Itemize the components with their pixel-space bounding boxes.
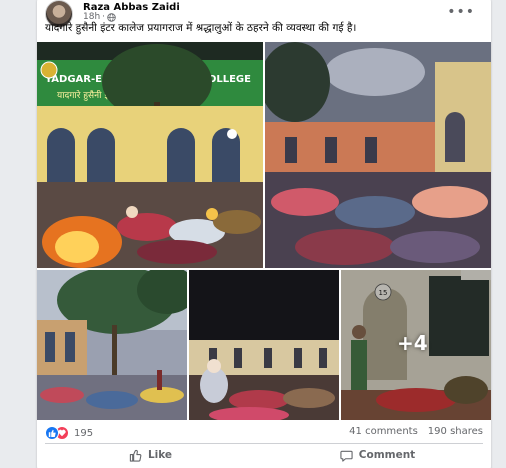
post-header: Raza Abbas Zaidi 18h · ••• bbox=[45, 0, 475, 28]
comment-label: Comment bbox=[358, 449, 416, 461]
post-card: Raza Abbas Zaidi 18h · ••• यादगारे हुसैन… bbox=[37, 0, 491, 468]
comments-count[interactable]: 41 comments bbox=[349, 426, 418, 437]
like-button[interactable]: Like bbox=[37, 445, 264, 465]
photo-2[interactable] bbox=[265, 42, 491, 268]
photo-4[interactable] bbox=[189, 270, 339, 420]
more-photos-overlay[interactable]: +4 bbox=[397, 331, 428, 355]
reactions-summary[interactable]: 195 bbox=[45, 426, 93, 440]
photo-3[interactable] bbox=[37, 270, 187, 420]
photo-1[interactable]: YADGAR-E-HUSSAINI INTER COLLEGE यादगारे … bbox=[37, 42, 263, 268]
speech-bubble-icon bbox=[340, 450, 353, 462]
like-label: Like bbox=[147, 449, 173, 461]
reaction-count[interactable]: 195 bbox=[74, 428, 93, 439]
thumbs-up-icon bbox=[45, 426, 59, 440]
more-options-icon[interactable]: ••• bbox=[447, 4, 475, 20]
comment-button[interactable]: Comment bbox=[264, 445, 491, 465]
shares-count[interactable]: 190 shares bbox=[428, 426, 483, 437]
post-actions: Like Comment bbox=[37, 445, 491, 465]
post-caption: यादगारे हुसैनी इंटर कालेज प्रयागराज में … bbox=[45, 22, 357, 34]
thumbs-up-outline-icon bbox=[129, 449, 142, 462]
engagement-stats: 41 comments 190 shares bbox=[349, 426, 483, 437]
divider bbox=[45, 443, 483, 444]
